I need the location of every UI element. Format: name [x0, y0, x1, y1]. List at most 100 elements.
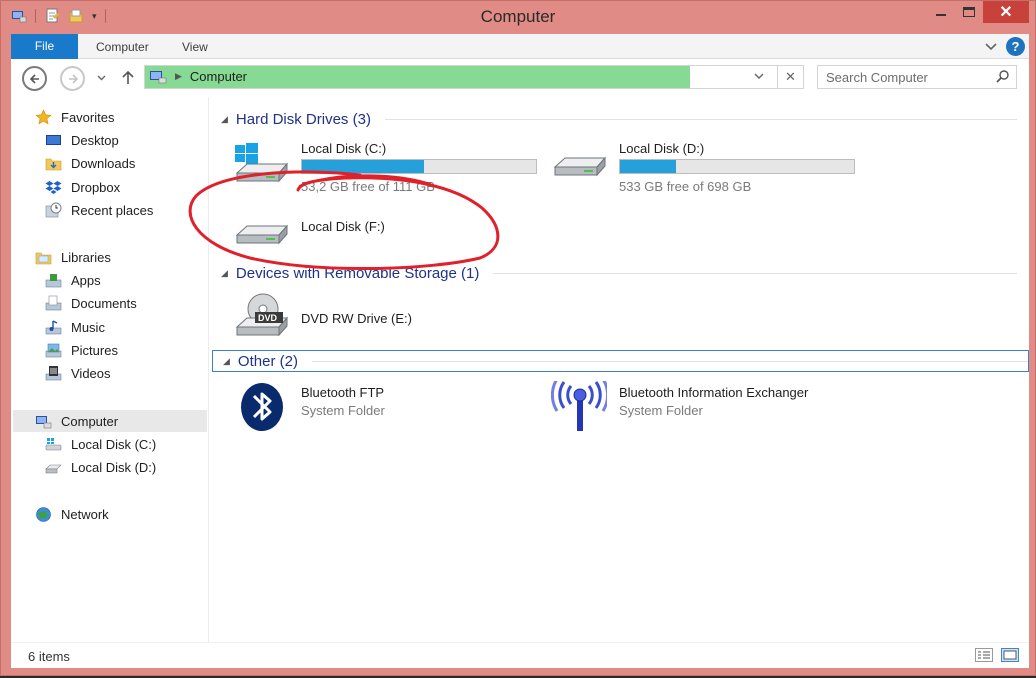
item-bluetooth-ftp[interactable]: Bluetooth FTP System Folder: [233, 381, 385, 431]
drive-name: DVD RW Drive (E:): [301, 311, 412, 326]
group-divider: [493, 272, 1017, 274]
window-title: Computer: [480, 7, 556, 26]
collapse-icon: ◢: [221, 267, 228, 278]
explorer-window: ▾ Computer ✕ File Computer View ? ▶ Comp…: [0, 0, 1036, 676]
ribbon-right-controls: ?: [984, 37, 1025, 56]
close-button[interactable]: ✕: [983, 1, 1029, 23]
disk-usage-fill: [620, 160, 677, 173]
tab-computer[interactable]: Computer: [96, 34, 149, 59]
sidebar-item-videos[interactable]: Videos: [45, 362, 111, 384]
group-header-removable-storage[interactable]: ◢ Devices with Removable Storage (1): [221, 262, 1017, 284]
group-header-label: Hard Disk Drives (3): [235, 110, 371, 128]
sidebar-item-desktop[interactable]: Desktop: [45, 129, 119, 151]
star-icon: [35, 108, 52, 124]
breadcrumb-computer[interactable]: Computer: [190, 69, 247, 84]
sidebar-item-computer[interactable]: Computer: [13, 410, 207, 432]
drive-name: Local Disk (F:): [301, 219, 385, 234]
expand-ribbon-icon[interactable]: [984, 42, 998, 52]
sidebar-item-pictures[interactable]: Pictures: [45, 339, 118, 361]
dvd-label: DVD: [258, 313, 278, 323]
sidebar-item-dropbox[interactable]: Dropbox: [45, 176, 120, 198]
close-icon: ✕: [999, 4, 1013, 21]
ribbon-tabs: File Computer View ?: [11, 34, 1029, 59]
apps-library-icon: [45, 273, 62, 287]
forward-arrow-icon: [68, 73, 78, 84]
drive-name: Local Disk (D:): [619, 141, 705, 156]
group-divider: [311, 360, 1028, 362]
group-header-other[interactable]: ◢ Other (2): [212, 350, 1029, 372]
sidebar-item-label: Pictures: [71, 342, 118, 358]
group-header-label: Other (2): [237, 352, 298, 370]
close-icon: ✕: [785, 69, 796, 84]
back-button[interactable]: [22, 66, 47, 91]
minimize-button[interactable]: [927, 1, 955, 23]
sidebar-item-documents[interactable]: Documents: [45, 292, 137, 314]
computer-icon: [150, 71, 167, 84]
group-header-hard-disk-drives[interactable]: ◢ Hard Disk Drives (3): [221, 108, 1017, 130]
sidebar-item-recent-places[interactable]: Recent places: [45, 199, 153, 221]
help-button[interactable]: ?: [1006, 37, 1025, 56]
search-input[interactable]: Search Computer: [817, 65, 1017, 89]
libraries-icon: [35, 252, 52, 264]
drive-details: Local Disk (F:): [301, 215, 385, 234]
disk-usage-bar: [301, 159, 537, 174]
hard-drive-icon: [235, 224, 289, 245]
breadcrumb-separator-icon[interactable]: ▶: [175, 71, 182, 82]
item-type: System Folder: [619, 403, 703, 418]
sidebar-item-apps[interactable]: Apps: [45, 269, 101, 291]
sidebar-item-label: Music: [71, 319, 105, 335]
large-icons-view-icon[interactable]: [1001, 648, 1019, 662]
maximize-icon: [963, 7, 975, 17]
sidebar-item-music[interactable]: Music: [45, 316, 105, 338]
sidebar-item-label: Recent places: [71, 202, 154, 218]
minimize-icon: [936, 14, 946, 16]
forward-button[interactable]: [60, 66, 85, 91]
search-icon[interactable]: [995, 69, 1010, 84]
item-bluetooth-info-exchanger[interactable]: Bluetooth Information Exchanger System F…: [551, 381, 808, 431]
system-drive-icon: [45, 437, 62, 450]
up-arrow-icon[interactable]: [121, 70, 135, 85]
radio-antenna-icon: [551, 381, 607, 431]
videos-library-icon: [45, 365, 62, 380]
details-view-icon[interactable]: [975, 648, 993, 662]
drive-local-disk-f[interactable]: Local Disk (F:): [233, 215, 385, 265]
sidebar-item-local-disk-d[interactable]: Local Disk (D:): [45, 456, 156, 478]
recent-places-icon: [45, 202, 62, 217]
title-bar: ▾ Computer ✕: [1, 1, 1035, 34]
documents-library-icon: [45, 295, 62, 310]
drive-free-space: 53,2 GB free of 111 GB: [301, 179, 435, 194]
group-divider: [384, 118, 1017, 120]
drive-free-space: 533 GB free of 698 GB: [619, 179, 752, 194]
sidebar-item-favorites[interactable]: Favorites: [35, 106, 114, 128]
back-arrow-icon: [29, 73, 39, 84]
address-content: ▶ Computer: [149, 69, 247, 84]
maximize-button[interactable]: [955, 1, 983, 23]
clear-address-button[interactable]: ✕: [777, 66, 803, 88]
sidebar-item-libraries[interactable]: Libraries: [35, 246, 111, 268]
sidebar-item-local-disk-c[interactable]: Local Disk (C:): [45, 433, 156, 455]
sidebar-item-network[interactable]: Network: [35, 503, 109, 525]
tab-file[interactable]: File: [11, 34, 78, 59]
recent-locations-icon[interactable]: [97, 74, 106, 82]
sidebar-item-label: Downloads: [71, 155, 136, 171]
drive-details: Local Disk (C:) 53,2 GB free of 111 GB: [301, 137, 537, 194]
drive-details: Local Disk (D:) 533 GB free of 698 GB: [619, 137, 855, 194]
downloads-folder-icon: [45, 158, 62, 170]
sidebar-item-downloads[interactable]: Downloads: [45, 152, 135, 174]
item-name: Bluetooth Information Exchanger: [619, 385, 809, 400]
hard-drive-icon: [45, 464, 62, 473]
address-bar[interactable]: ▶ Computer ✕: [144, 65, 804, 89]
view-switcher: [975, 648, 1019, 662]
search-placeholder: Search Computer: [826, 70, 928, 85]
drive-local-disk-c[interactable]: Local Disk (C:) 53,2 GB free of 111 GB: [233, 137, 537, 194]
dropbox-icon: [45, 180, 62, 194]
drive-local-disk-d[interactable]: Local Disk (D:) 533 GB free of 698 GB: [551, 137, 855, 194]
tab-view[interactable]: View: [182, 34, 208, 59]
sidebar-item-label: Computer: [61, 413, 119, 429]
collapse-icon: ◢: [223, 355, 230, 366]
desktop-icon: [46, 134, 61, 145]
drive-dvd-rw-e[interactable]: DVD DVD RW Drive (E:): [233, 291, 412, 341]
sidebar-item-label: Dropbox: [71, 179, 121, 195]
item-name: Bluetooth FTP: [301, 385, 385, 400]
address-dropdown-icon[interactable]: [753, 69, 765, 83]
